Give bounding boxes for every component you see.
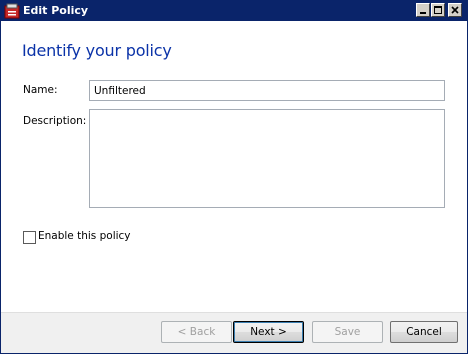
policy-app-icon [4,3,20,19]
close-button[interactable] [448,3,462,17]
footer-divider [1,312,467,313]
name-label: Name: [23,84,58,96]
minimize-icon [420,12,426,14]
enable-policy-checkbox[interactable] [23,231,36,244]
window-title: Edit Policy [23,4,89,17]
save-button[interactable]: Save [312,321,383,343]
maximize-icon [434,6,442,14]
page-title: Identify your policy [22,41,172,60]
wizard-content: Identify your policy Name: Description: … [1,21,467,312]
description-field[interactable] [89,109,445,208]
enable-policy-label[interactable]: Enable this policy [38,230,131,242]
maximize-button[interactable] [431,3,445,17]
minimize-button[interactable] [416,3,430,17]
title-bar[interactable]: Edit Policy [1,1,467,21]
back-button[interactable]: < Back [161,321,232,343]
name-field[interactable] [89,80,445,101]
close-icon [451,6,459,14]
description-label: Description: [23,115,87,127]
next-button[interactable]: Next > [233,321,304,343]
edit-policy-window: Edit Policy Identify your policy Name: D… [0,0,468,354]
cancel-button[interactable]: Cancel [390,321,458,343]
